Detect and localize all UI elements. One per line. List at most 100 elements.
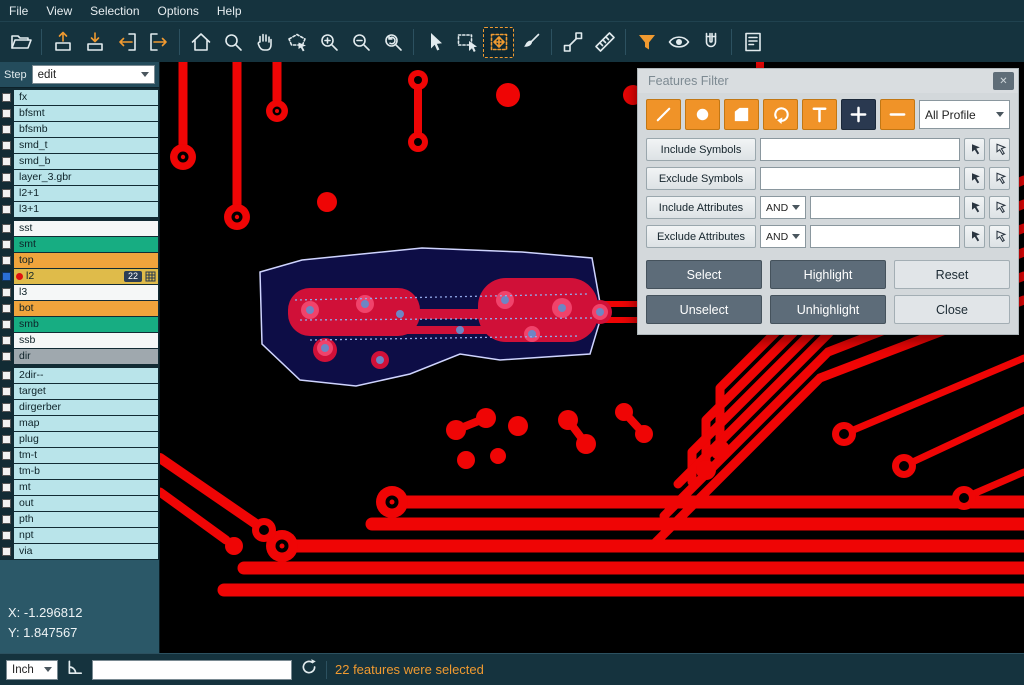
layer-visibility-checkbox[interactable] xyxy=(2,515,11,524)
layer-row[interactable]: ssb xyxy=(0,333,159,348)
close-button[interactable]: Close xyxy=(894,295,1010,324)
pick-attribute-icon[interactable] xyxy=(964,196,985,219)
layer-row[interactable]: l3 xyxy=(0,285,159,300)
layer-row[interactable]: plug xyxy=(0,432,159,447)
layer-row[interactable]: target xyxy=(0,384,159,399)
menu-file[interactable]: File xyxy=(0,0,37,21)
zoom-window-button[interactable] xyxy=(217,27,248,58)
reset-button[interactable]: Reset xyxy=(894,260,1010,289)
unselect-button[interactable]: Unselect xyxy=(646,295,762,324)
pan-hand-button[interactable] xyxy=(249,27,280,58)
visibility-eye-button[interactable] xyxy=(663,27,694,58)
layer-visibility-checkbox[interactable] xyxy=(2,336,11,345)
layer-visibility-checkbox[interactable] xyxy=(2,403,11,412)
filter-text-button[interactable] xyxy=(802,99,837,130)
pick-symbol-icon[interactable] xyxy=(964,138,985,161)
dialog-close-button[interactable]: ✕ xyxy=(993,72,1014,90)
layer-visibility-checkbox[interactable] xyxy=(2,256,11,265)
exclude-symbols-input[interactable] xyxy=(760,167,960,190)
layer-row[interactable]: sst xyxy=(0,221,159,236)
pick-attribute-icon[interactable] xyxy=(964,225,985,248)
layer-visibility-checkbox[interactable] xyxy=(2,288,11,297)
layer-row[interactable]: fx xyxy=(0,90,159,105)
select-button[interactable]: Select xyxy=(646,260,762,289)
layer-row[interactable]: dirgerber xyxy=(0,400,159,415)
layer-visibility-checkbox[interactable] xyxy=(2,547,11,556)
units-select[interactable]: Inch xyxy=(6,660,58,680)
layer-row[interactable]: via xyxy=(0,544,159,559)
layer-visibility-checkbox[interactable] xyxy=(2,240,11,249)
pick-symbol-outline-icon[interactable] xyxy=(989,167,1010,190)
lasso-select-button[interactable] xyxy=(281,27,312,58)
layer-row[interactable]: 2dir-- xyxy=(0,368,159,383)
send-left-button[interactable] xyxy=(111,27,142,58)
menu-help[interactable]: Help xyxy=(208,0,251,21)
unhighlight-button[interactable]: Unhighlight xyxy=(770,295,886,324)
layer-visibility-checkbox[interactable] xyxy=(2,467,11,476)
import-down-button[interactable] xyxy=(79,27,110,58)
pcb-canvas[interactable]: Features Filter ✕ All Profile Include Sy… xyxy=(160,62,1024,653)
ruler-button[interactable] xyxy=(589,27,620,58)
layer-visibility-checkbox[interactable] xyxy=(2,435,11,444)
layer-visibility-checkbox[interactable] xyxy=(2,419,11,428)
layer-row[interactable]: smd_b xyxy=(0,154,159,169)
step-select[interactable]: edit xyxy=(32,65,155,84)
layer-row[interactable]: tm-b xyxy=(0,464,159,479)
layer-row[interactable]: map xyxy=(0,416,159,431)
layer-row[interactable]: layer_3.gbr xyxy=(0,170,159,185)
layer-row[interactable]: bfsmb xyxy=(0,122,159,137)
layer-visibility-checkbox[interactable] xyxy=(2,224,11,233)
measure-line-button[interactable] xyxy=(557,27,588,58)
include-attributes-logic-select[interactable]: AND xyxy=(760,196,806,219)
menu-view[interactable]: View xyxy=(37,0,81,21)
layer-visibility-checkbox[interactable] xyxy=(2,125,11,134)
layer-row-selected[interactable]: l2 22 xyxy=(0,269,159,284)
paint-features-button[interactable] xyxy=(515,27,546,58)
layer-visibility-checkbox[interactable] xyxy=(2,205,11,214)
zoom-reset-button[interactable] xyxy=(377,27,408,58)
include-symbols-input[interactable] xyxy=(760,138,960,161)
home-view-button[interactable] xyxy=(185,27,216,58)
refresh-icon[interactable] xyxy=(300,658,318,681)
command-input[interactable] xyxy=(92,660,292,680)
zoom-in-button[interactable] xyxy=(313,27,344,58)
include-attributes-button[interactable]: Include Attributes xyxy=(646,196,756,219)
zoom-out-button[interactable] xyxy=(345,27,376,58)
layer-row[interactable]: out xyxy=(0,496,159,511)
features-filter-button[interactable] xyxy=(631,27,662,58)
layer-row[interactable]: smb xyxy=(0,317,159,332)
layer-visibility-checkbox[interactable] xyxy=(2,141,11,150)
pick-attribute-outline-icon[interactable] xyxy=(989,196,1010,219)
exclude-attributes-button[interactable]: Exclude Attributes xyxy=(646,225,756,248)
move-selection-button[interactable] xyxy=(483,27,514,58)
layer-row[interactable]: top xyxy=(0,253,159,268)
filter-pad-button[interactable] xyxy=(685,99,720,130)
layer-row[interactable]: pth xyxy=(0,512,159,527)
exclude-symbols-button[interactable]: Exclude Symbols xyxy=(646,167,756,190)
layer-visibility-checkbox[interactable] xyxy=(2,157,11,166)
snap-magnet-button[interactable] xyxy=(695,27,726,58)
layer-visibility-checkbox[interactable] xyxy=(2,320,11,329)
include-symbols-button[interactable]: Include Symbols xyxy=(646,138,756,161)
profile-select[interactable]: All Profile xyxy=(919,100,1010,129)
layer-visibility-checkbox[interactable] xyxy=(2,304,11,313)
layer-row[interactable]: npt xyxy=(0,528,159,543)
angle-measure-icon[interactable] xyxy=(66,658,84,681)
filter-arc-button[interactable] xyxy=(763,99,798,130)
exclude-attributes-logic-select[interactable]: AND xyxy=(760,225,806,248)
layer-row[interactable]: tm-t xyxy=(0,448,159,463)
filter-add-button[interactable] xyxy=(841,99,876,130)
dialog-titlebar[interactable]: Features Filter ✕ xyxy=(638,69,1018,93)
send-right-button[interactable] xyxy=(143,27,174,58)
filter-surface-button[interactable] xyxy=(724,99,759,130)
layer-row[interactable]: l3+1 xyxy=(0,202,159,217)
layer-visibility-checkbox[interactable] xyxy=(2,451,11,460)
layer-visibility-checkbox[interactable] xyxy=(2,189,11,198)
layer-row[interactable]: l2+1 xyxy=(0,186,159,201)
include-attributes-input[interactable] xyxy=(810,196,960,219)
feature-form-button[interactable] xyxy=(737,27,768,58)
pointer-tool-button[interactable] xyxy=(419,27,450,58)
pick-symbol-icon[interactable] xyxy=(964,167,985,190)
filter-remove-button[interactable] xyxy=(880,99,915,130)
layer-row[interactable]: bfsmt xyxy=(0,106,159,121)
